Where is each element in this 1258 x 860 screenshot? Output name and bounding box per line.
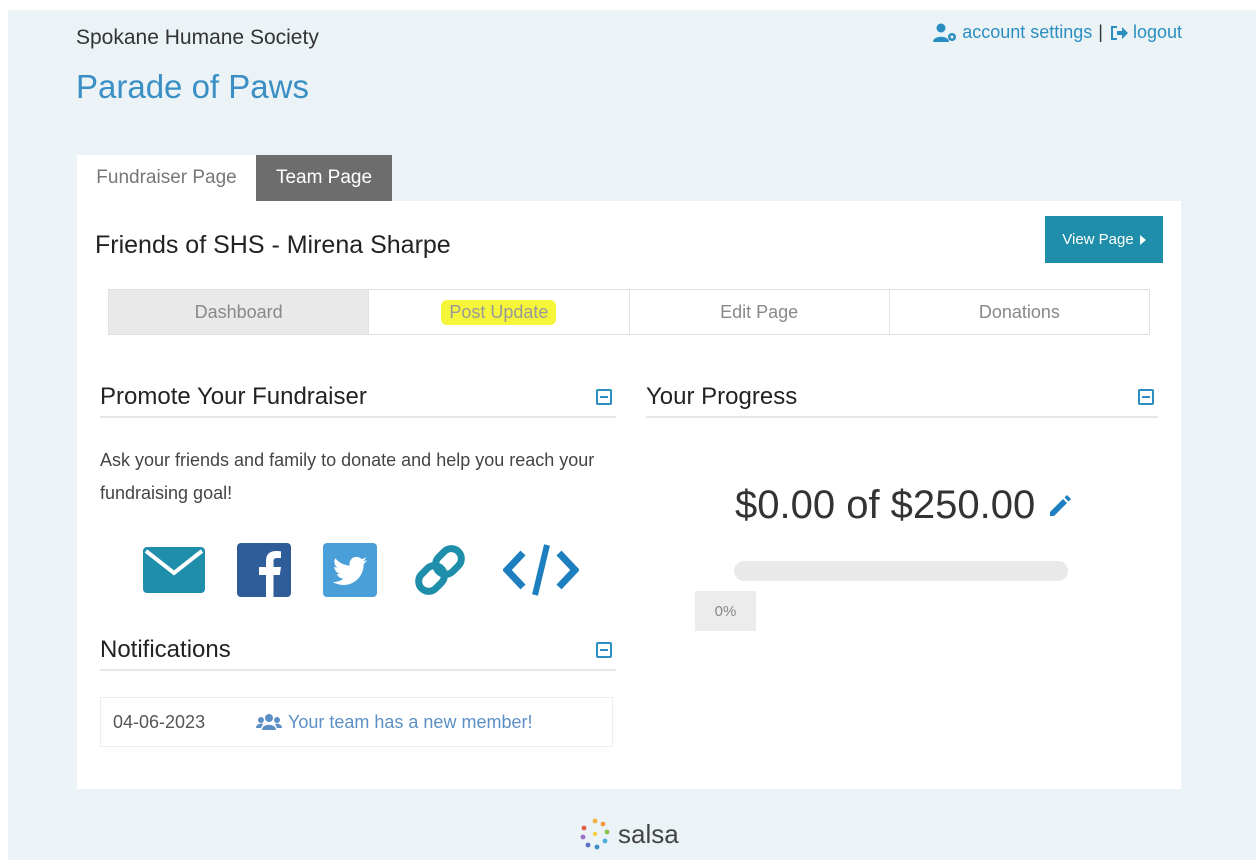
link-separator: | — [1098, 22, 1103, 42]
salsa-logo-icon — [580, 818, 610, 850]
promote-title: Promote Your Fundraiser — [100, 383, 367, 410]
account-settings-link[interactable]: account settings — [932, 22, 1092, 43]
sign-out-icon — [1110, 25, 1128, 40]
subnav-post-update-label: Post Update — [441, 299, 557, 325]
facebook-icon[interactable] — [237, 543, 291, 597]
subnav-dashboard[interactable]: Dashboard — [109, 290, 370, 334]
account-links: account settings | logout — [932, 22, 1182, 43]
account-settings-label: account settings — [962, 22, 1093, 42]
notification-message: Your team has a new member! — [288, 711, 533, 732]
twitter-icon[interactable] — [323, 543, 377, 597]
subnav-edit-page[interactable]: Edit Page — [629, 290, 890, 334]
notification-message-link[interactable]: Your team has a new member! — [256, 712, 532, 733]
link-icon[interactable] — [409, 539, 471, 601]
subnav-edit-page-label: Edit Page — [720, 301, 799, 322]
salsa-logo: salsa — [578, 817, 679, 851]
fundraiser-name: Friends of SHS - Mirena Sharpe — [95, 231, 451, 259]
tab-fundraiser-page[interactable]: Fundraiser Page — [77, 155, 256, 201]
subnav-donations[interactable]: Donations — [889, 290, 1149, 334]
progress-amount: $0.00 of $250.00 — [735, 483, 1073, 528]
envelope-icon[interactable] — [143, 547, 205, 593]
users-icon — [256, 714, 282, 730]
promote-text: Ask your friends and family to donate an… — [100, 450, 595, 503]
subnav-dashboard-label: Dashboard — [194, 301, 283, 322]
notifications-section-header: Notifications — [100, 631, 616, 671]
promote-section-header: Promote Your Fundraiser — [100, 378, 616, 418]
collapse-promote-icon[interactable] — [596, 389, 612, 405]
notification-date: 04-06-2023 — [113, 711, 206, 732]
collapse-notifications-icon[interactable] — [596, 642, 612, 658]
progress-title: Your Progress — [646, 383, 798, 410]
pencil-icon[interactable] — [1047, 493, 1073, 519]
share-icons — [143, 539, 579, 601]
salsa-brand: salsa — [618, 818, 679, 849]
view-page-button[interactable]: View Page — [1045, 216, 1163, 263]
logout-label: logout — [1132, 22, 1182, 42]
progress-section-header: Your Progress — [646, 378, 1158, 418]
collapse-progress-icon[interactable] — [1138, 389, 1154, 405]
fundraiser-panel: Friends of SHS - Mirena Sharpe View Page… — [77, 201, 1181, 789]
progress-percent-label: 0% — [695, 591, 756, 631]
notification-item: 04-06-2023 Your team has a new member! — [100, 697, 613, 747]
logout-link[interactable]: logout — [1109, 22, 1182, 43]
campaign-title: Parade of Paws — [76, 68, 309, 105]
user-cog-icon — [933, 23, 957, 42]
code-icon[interactable] — [503, 539, 579, 601]
view-page-label: View Page — [1062, 231, 1134, 248]
subnav-post-update[interactable]: Post Update — [369, 290, 630, 334]
subnav-donations-label: Donations — [978, 301, 1060, 322]
dashboard-subnav: Dashboard Post Update Edit Page Donation… — [108, 289, 1150, 335]
caret-right-icon — [1139, 234, 1146, 245]
tab-team-page[interactable]: Team Page — [256, 155, 392, 201]
progress-bar — [734, 561, 1068, 581]
notifications-title: Notifications — [100, 636, 231, 663]
progress-amount-text: $0.00 of $250.00 — [735, 483, 1036, 527]
org-name: Spokane Humane Society — [76, 26, 319, 49]
